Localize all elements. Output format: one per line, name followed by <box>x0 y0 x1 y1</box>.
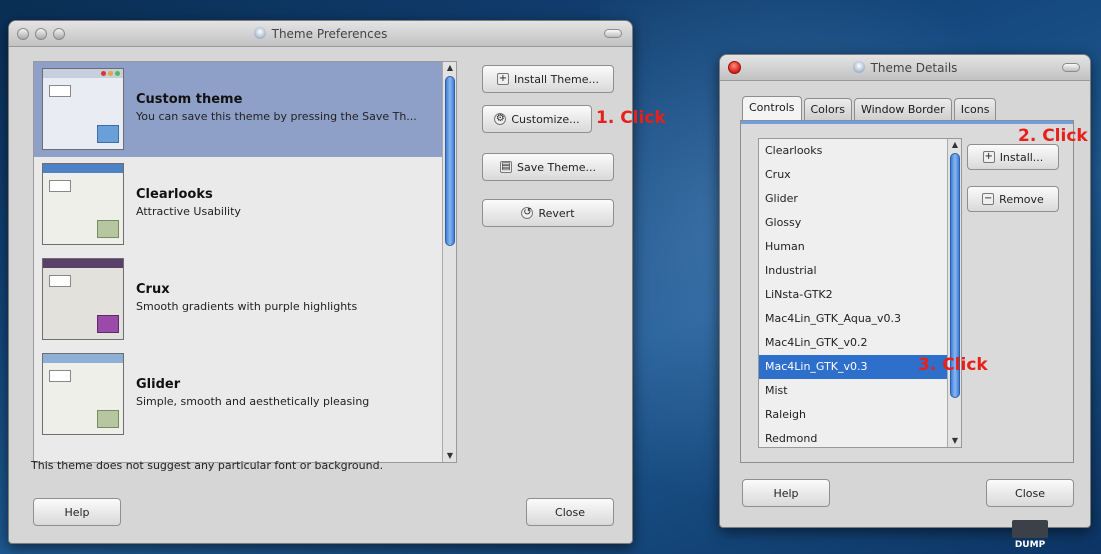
theme-preview-image <box>42 163 124 245</box>
theme-preview-image <box>42 258 124 340</box>
gear-icon: ⚙ <box>494 113 507 125</box>
theme-name: Crux <box>136 282 170 297</box>
dump-desktop-icon[interactable]: DUMP <box>1000 520 1060 554</box>
list-item[interactable]: Mac4Lin_GTK_Aqua_v0.3 <box>759 307 947 331</box>
tab-bar: Controls Colors Window Border Icons <box>742 96 997 120</box>
theme-description: Simple, smooth and aesthetically pleasin… <box>136 395 370 408</box>
tab-window-border[interactable]: Window Border <box>853 98 952 120</box>
tab-colors[interactable]: Colors <box>803 98 852 120</box>
theme-icon <box>253 27 266 39</box>
prefs-title: Theme Preferences <box>9 27 632 41</box>
drive-icon <box>1012 520 1048 538</box>
step1-annotation: 1. Click <box>596 108 666 128</box>
save-icon: ▤ <box>500 161 513 173</box>
tab-icons[interactable]: Icons <box>953 98 997 120</box>
scroll-down-arrow-icon[interactable]: ▼ <box>443 450 456 462</box>
toolbar-toggle-button[interactable] <box>604 29 622 38</box>
theme-description: Attractive Usability <box>136 205 241 218</box>
tab-controls[interactable]: Controls <box>742 96 802 120</box>
list-item[interactable]: Mist <box>759 379 947 403</box>
install-theme-button[interactable]: + Install Theme... <box>482 65 614 93</box>
theme-name: Custom theme <box>136 92 243 107</box>
details-title: Theme Details <box>720 61 1090 75</box>
theme-preferences-window: Theme Preferences Custom theme You can s… <box>8 20 633 544</box>
list-item[interactable]: Human <box>759 235 947 259</box>
control-theme-list[interactable]: Clearlooks Crux Glider Glossy Human Indu… <box>758 138 962 448</box>
close-button[interactable]: Close <box>526 498 614 526</box>
list-item[interactable]: Glossy <box>759 211 947 235</box>
theme-row-glider[interactable]: Glider Simple, smooth and aesthetically … <box>34 347 456 442</box>
theme-row-clearlooks[interactable]: Clearlooks Attractive Usability <box>34 157 456 252</box>
install-button[interactable]: + Install... <box>967 144 1059 170</box>
scroll-up-arrow-icon[interactable]: ▲ <box>443 62 456 74</box>
close-button[interactable]: Close <box>986 479 1074 507</box>
help-button[interactable]: Help <box>33 498 121 526</box>
theme-name: Clearlooks <box>136 187 213 202</box>
step3-annotation: 3. Click <box>918 355 988 375</box>
theme-icon <box>852 61 865 73</box>
list-item[interactable]: Crux <box>759 163 947 187</box>
toolbar-toggle-button[interactable] <box>1062 63 1080 72</box>
theme-preview-image <box>42 353 124 435</box>
scroll-up-arrow-icon[interactable]: ▲ <box>948 139 961 151</box>
theme-row-custom[interactable]: Custom theme You can save this theme by … <box>34 62 456 157</box>
list-item[interactable]: Mac4Lin_GTK_v0.2 <box>759 331 947 355</box>
theme-preview-image <box>42 68 124 150</box>
customize-button[interactable]: ⚙ Customize... <box>482 105 592 133</box>
theme-list-scrollbar[interactable]: ▲ ▼ <box>442 62 456 462</box>
controls-panel: Clearlooks Crux Glider Glossy Human Indu… <box>740 120 1074 463</box>
theme-description: Smooth gradients with purple highlights <box>136 300 358 313</box>
details-titlebar[interactable]: Theme Details <box>720 55 1090 81</box>
theme-list[interactable]: Custom theme You can save this theme by … <box>33 61 457 463</box>
theme-description: You can save this theme by pressing the … <box>136 110 417 123</box>
step2-annotation: 2. Click <box>1018 126 1088 146</box>
prefs-titlebar[interactable]: Theme Preferences <box>9 21 632 47</box>
revert-button[interactable]: ↺ Revert <box>482 199 614 227</box>
theme-name: Glider <box>136 377 181 392</box>
desktop-icon-label: DUMP <box>1014 540 1046 550</box>
help-button[interactable]: Help <box>742 479 830 507</box>
theme-row-crux[interactable]: Crux Smooth gradients with purple highli… <box>34 252 456 347</box>
list-item[interactable]: Clearlooks <box>759 139 947 163</box>
minus-icon: − <box>982 193 995 205</box>
revert-icon: ↺ <box>521 207 534 219</box>
remove-button[interactable]: − Remove <box>967 186 1059 212</box>
list-item[interactable]: Glider <box>759 187 947 211</box>
scroll-down-arrow-icon[interactable]: ▼ <box>948 435 961 447</box>
list-item[interactable]: Industrial <box>759 259 947 283</box>
scroll-thumb[interactable] <box>445 76 455 246</box>
save-theme-button[interactable]: ▤ Save Theme... <box>482 153 614 181</box>
list-item[interactable]: LiNsta-GTK2 <box>759 283 947 307</box>
plus-icon: + <box>496 73 509 85</box>
plus-icon: + <box>982 151 995 163</box>
list-item[interactable]: Redmond <box>759 427 947 447</box>
theme-hint-text: This theme does not suggest any particul… <box>31 459 384 472</box>
control-list-scrollbar[interactable]: ▲ ▼ <box>947 139 961 447</box>
list-item[interactable]: Raleigh <box>759 403 947 427</box>
